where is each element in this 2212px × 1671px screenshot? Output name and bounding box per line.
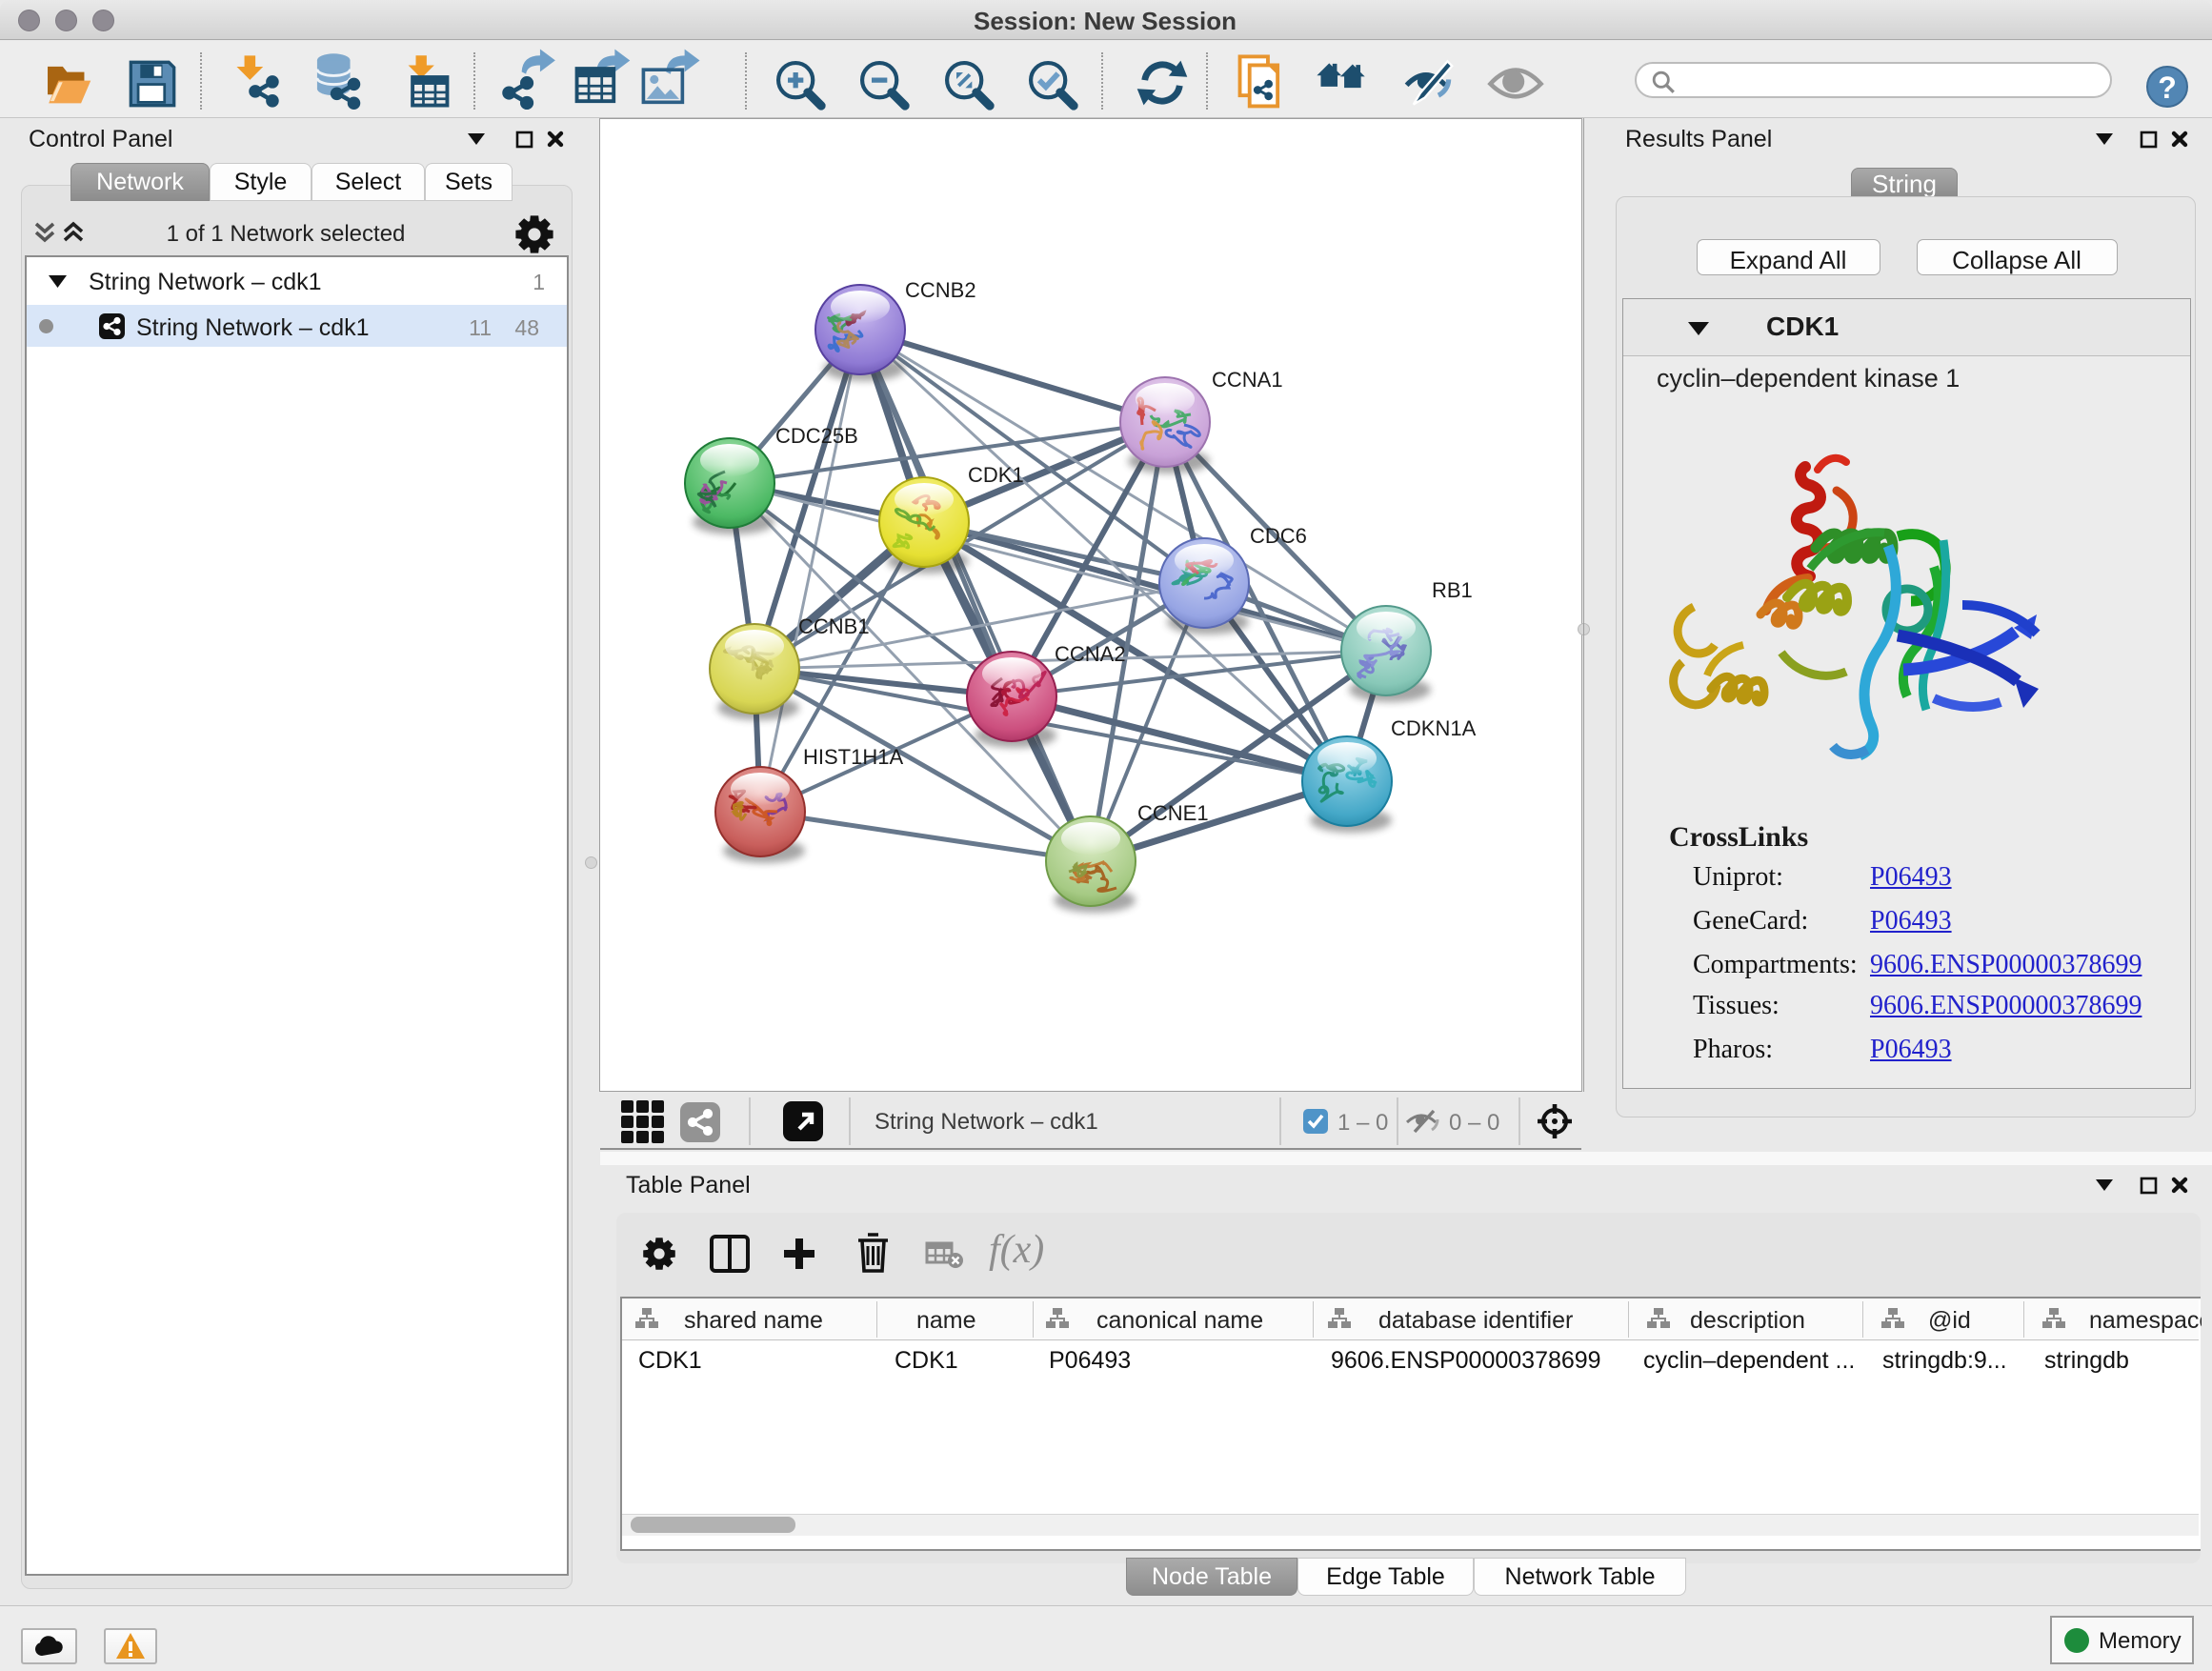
svg-text:CDK1: CDK1 <box>968 463 1024 487</box>
svg-text:CCNE1: CCNE1 <box>1137 801 1209 825</box>
svg-text:CDC6: CDC6 <box>1250 524 1307 548</box>
svg-text:CDC25B: CDC25B <box>775 424 858 448</box>
svg-text:RB1: RB1 <box>1432 578 1473 602</box>
svg-text:CDKN1A: CDKN1A <box>1391 716 1477 740</box>
svg-text:CCNB1: CCNB1 <box>798 614 870 638</box>
svg-text:CCNA1: CCNA1 <box>1212 368 1283 392</box>
svg-text:CCNB2: CCNB2 <box>905 278 976 302</box>
svg-text:HIST1H1A: HIST1H1A <box>803 745 903 769</box>
svg-text:CCNA2: CCNA2 <box>1055 642 1126 666</box>
